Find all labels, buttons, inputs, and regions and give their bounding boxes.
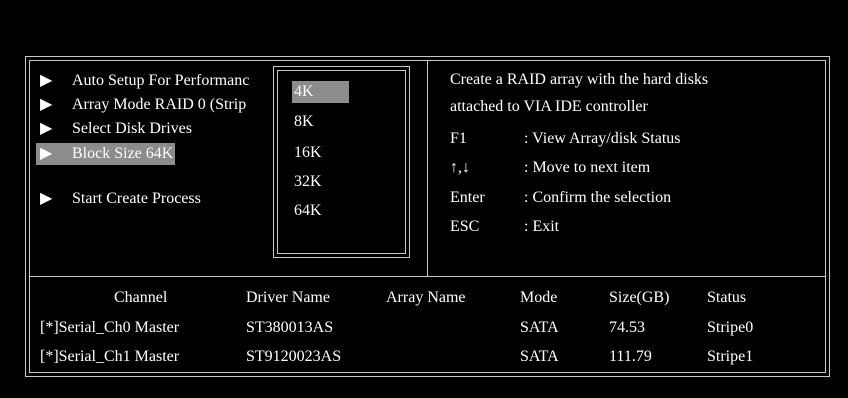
table-cell-channel[interactable]: [*]Serial_Ch1 Master — [40, 346, 179, 368]
menu-item-label: Start Create Process — [72, 190, 201, 207]
help-key-f1: F1 — [450, 130, 467, 147]
table-cell-channel[interactable]: [*]Serial_Ch0 Master — [40, 317, 179, 339]
table-cell-mode: SATA — [520, 348, 559, 365]
menu-item-auto-setup[interactable]: ▶ Auto Setup For Performanc — [36, 70, 249, 92]
menu-item-label: Select Disk Drives — [72, 120, 192, 137]
table-cell-driver-name: ST9120023AS — [246, 348, 342, 365]
help-key-arrows: ↑,↓ — [450, 159, 470, 176]
menu-item-label: Array Mode RAID 0 (Strip — [72, 96, 247, 113]
table-cell-status: Stripe1 — [707, 348, 754, 365]
column-header-channel: Channel — [114, 289, 168, 306]
arrow-icon: ▶ — [40, 190, 53, 207]
table-cell-size: 74.53 — [609, 319, 645, 336]
arrow-icon: ▶ — [40, 96, 53, 113]
block-size-option-16k[interactable]: 16K — [294, 142, 322, 164]
arrow-icon: ▶ — [40, 145, 53, 162]
menu-item-label: Auto Setup For Performanc — [72, 72, 250, 89]
column-header-mode: Mode — [520, 289, 558, 306]
block-size-option-32k[interactable]: 32K — [294, 171, 322, 193]
menu-item-array-mode[interactable]: ▶ Array Mode RAID 0 (Strip — [36, 94, 246, 116]
arrow-icon: ▶ — [40, 120, 53, 137]
column-header-size: Size(GB) — [609, 289, 670, 306]
menu-item-label: Block Size 64K — [72, 145, 174, 162]
column-header-status: Status — [707, 289, 747, 306]
menu-item-start-create[interactable]: ▶ Start Create Process — [36, 188, 201, 210]
help-desc-arrows: : Move to next item — [524, 159, 651, 176]
arrow-icon: ▶ — [40, 72, 53, 89]
help-desc-enter: : Confirm the selection — [524, 189, 672, 206]
horizontal-divider — [29, 276, 826, 277]
vertical-divider — [427, 60, 428, 276]
block-size-popup: 4K 8K 16K 32K 64K — [273, 66, 410, 258]
help-desc-esc: : Exit — [524, 218, 560, 235]
block-size-option-8k[interactable]: 8K — [294, 111, 314, 133]
block-size-option-64k[interactable]: 64K — [294, 200, 322, 222]
table-cell-driver-name: ST380013AS — [246, 319, 334, 336]
help-desc-f1: : View Array/disk Status — [524, 130, 681, 147]
table-cell-mode: SATA — [520, 319, 559, 336]
help-key-esc: ESC — [450, 218, 480, 235]
column-header-array-name: Array Name — [386, 289, 466, 306]
column-header-driver-name: Driver Name — [246, 289, 330, 306]
table-cell-status: Stripe0 — [707, 319, 754, 336]
help-line-2: attached to VIA IDE controller — [450, 98, 648, 115]
block-size-option-4k[interactable]: 4K — [292, 81, 349, 103]
menu-item-select-disk-drives[interactable]: ▶ Select Disk Drives — [36, 118, 192, 140]
menu-item-block-size[interactable]: ▶ Block Size 64K — [36, 143, 176, 165]
table-cell-size: 111.79 — [609, 348, 652, 365]
help-line-1: Create a RAID array with the hard disks — [450, 71, 709, 88]
help-key-enter: Enter — [450, 189, 485, 206]
